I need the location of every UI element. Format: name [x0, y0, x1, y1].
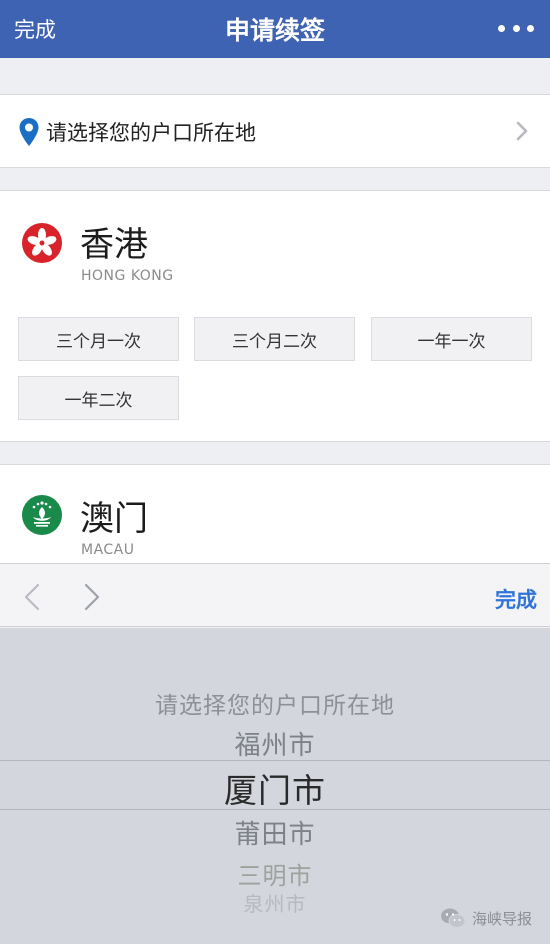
picker-toolbar: 完成	[0, 563, 550, 627]
location-selector[interactable]: 请选择您的户口所在地	[0, 94, 550, 168]
picker-done-button[interactable]: 完成	[495, 584, 537, 614]
region-name-macau: 澳门	[80, 499, 148, 539]
picker-item[interactable]: 三明市	[0, 856, 550, 891]
picker-item-selected[interactable]: 厦门市	[0, 764, 550, 812]
city-picker[interactable]: 请选择您的户口所在地 福州市 厦门市 莆田市 三明市 泉州市	[0, 628, 550, 944]
region-card-hong-kong: 香港 HONG KONG 三个月一次 三个月二次 一年一次 一年二次	[0, 190, 550, 442]
option-one-year-twice[interactable]: 一年二次	[18, 376, 179, 420]
chevron-right-icon[interactable]	[82, 582, 102, 612]
watermark: 海峡导报	[440, 904, 532, 932]
chevron-left-icon[interactable]	[22, 582, 42, 612]
region-en-macau: MACAU	[81, 542, 135, 558]
picker-item[interactable]: 福州市	[0, 725, 550, 762]
location-pin-icon	[19, 118, 39, 146]
option-three-months-twice[interactable]: 三个月二次	[194, 317, 355, 361]
option-three-months-once[interactable]: 三个月一次	[18, 317, 179, 361]
macau-flag-icon	[22, 495, 62, 535]
location-prompt: 请选择您的户口所在地	[46, 121, 256, 145]
navbar: 完成 申请续签	[0, 0, 550, 58]
option-one-year-once[interactable]: 一年一次	[371, 317, 532, 361]
region-name-hong-kong: 香港	[80, 225, 148, 265]
more-dots-icon[interactable]	[498, 14, 534, 42]
region-card-macau: 澳门 MACAU	[0, 464, 550, 564]
chevron-right-icon	[516, 121, 528, 141]
hong-kong-flag-icon	[22, 223, 62, 263]
watermark-text: 海峡导报	[471, 909, 532, 928]
picker-item[interactable]: 请选择您的户口所在地	[0, 686, 550, 720]
wechat-icon	[440, 908, 466, 928]
picker-item[interactable]: 莆田市	[0, 814, 550, 851]
page-title: 申请续签	[224, 16, 325, 45]
region-en-hong-kong: HONG KONG	[81, 268, 174, 284]
nav-done-button[interactable]: 完成	[14, 14, 56, 44]
